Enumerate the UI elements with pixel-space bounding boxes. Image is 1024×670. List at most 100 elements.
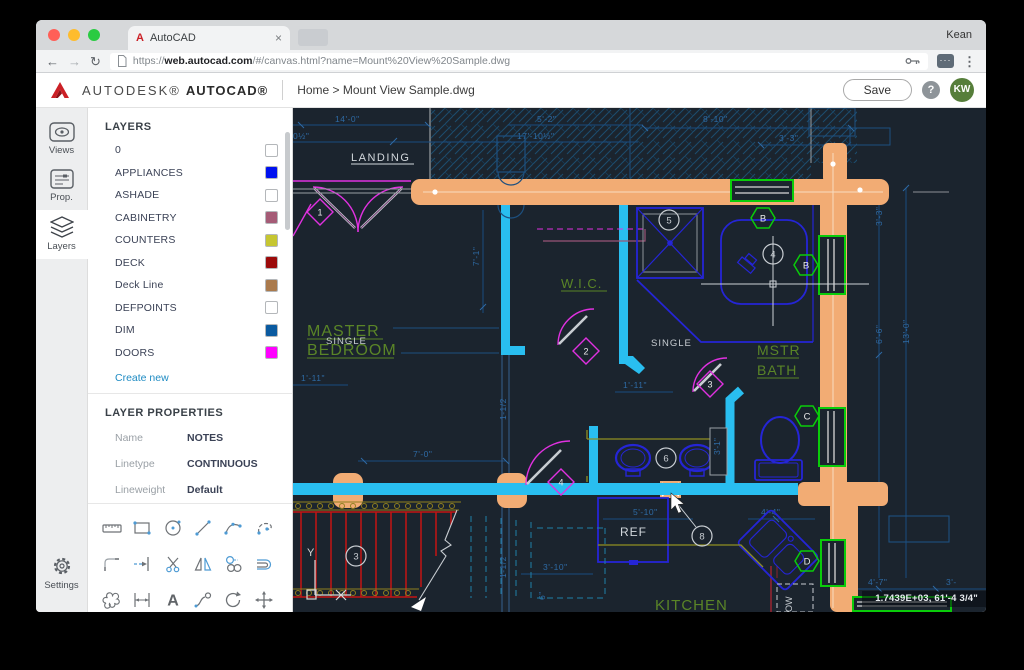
sidebar-item-layers[interactable]: Layers bbox=[36, 210, 88, 259]
sidebar-item-properties[interactable]: Prop. bbox=[36, 163, 88, 210]
layer-color-swatch[interactable] bbox=[265, 278, 278, 292]
forward-icon[interactable]: → bbox=[68, 55, 81, 68]
layer-color-swatch[interactable] bbox=[265, 256, 278, 270]
tool-dimension-icon[interactable] bbox=[130, 588, 154, 612]
layer-color-swatch[interactable] bbox=[265, 301, 278, 315]
kitchen-label: KITCHEN bbox=[655, 597, 728, 612]
svg-text:6'-6": 6'-6" bbox=[874, 325, 884, 344]
drawing-canvas[interactable]: 14'-0" 0½" 5'-2" 17'-10½" 8'-10" 3'-3" 3… bbox=[293, 108, 986, 612]
save-button[interactable]: Save bbox=[842, 79, 912, 101]
stairs-break-line bbox=[411, 509, 458, 611]
layer-row[interactable]: ASHADE bbox=[88, 184, 292, 207]
address-bar[interactable]: https://web.autocad.com/#/canvas.html?na… bbox=[109, 52, 928, 70]
svg-text:1: 1 bbox=[317, 208, 322, 218]
layer-row[interactable]: DIM bbox=[88, 319, 292, 342]
mstr-label: MSTR bbox=[757, 342, 801, 358]
svg-text:5'-2": 5'-2" bbox=[537, 114, 556, 124]
browser-menu-icon[interactable]: ⋮ bbox=[963, 55, 976, 68]
deck-hatch bbox=[429, 108, 891, 179]
tool-rectangle-icon[interactable] bbox=[130, 516, 154, 540]
stairs-hidden-continuation bbox=[470, 516, 606, 599]
layer-row[interactable]: DOORS bbox=[88, 342, 292, 365]
bath-label: BATH bbox=[757, 362, 797, 378]
avatar[interactable]: KW bbox=[950, 78, 974, 102]
window-rotated-label: OW bbox=[784, 596, 794, 612]
tool-move-icon[interactable] bbox=[252, 588, 276, 612]
tool-mirror-icon[interactable] bbox=[191, 552, 215, 576]
minimize-window-button[interactable] bbox=[68, 29, 80, 41]
reload-icon[interactable]: ↻ bbox=[90, 55, 101, 68]
svg-text:14'-0": 14'-0" bbox=[335, 114, 360, 124]
landing-label: LANDING bbox=[351, 152, 410, 164]
svg-text:3: 3 bbox=[353, 552, 358, 563]
key-icon[interactable] bbox=[905, 56, 921, 66]
svg-text:8: 8 bbox=[699, 532, 704, 543]
zoom-window-button[interactable] bbox=[88, 29, 100, 41]
create-new-layer-link[interactable]: Create new bbox=[88, 364, 292, 393]
brand: AUTODESK® AUTOCAD® bbox=[82, 83, 268, 98]
close-window-button[interactable] bbox=[48, 29, 60, 41]
panel-scrollbar[interactable] bbox=[285, 132, 290, 230]
tool-leader-icon[interactable] bbox=[191, 588, 215, 612]
svg-text:7'-1": 7'-1" bbox=[471, 247, 481, 266]
tool-revision-cloud-icon[interactable] bbox=[100, 588, 124, 612]
layer-color-swatch[interactable] bbox=[265, 323, 278, 337]
tool-text-icon[interactable]: A bbox=[161, 588, 185, 612]
exterior-walls bbox=[333, 143, 889, 612]
app-header: AUTODESK® AUTOCAD® Home > Mount View Sam… bbox=[36, 73, 986, 108]
single-label-left: SINGLE bbox=[326, 336, 367, 347]
help-button[interactable]: ? bbox=[922, 81, 940, 99]
layer-color-swatch[interactable] bbox=[265, 166, 278, 180]
svg-text:3'-: 3'- bbox=[946, 577, 957, 587]
back-icon[interactable]: ← bbox=[46, 55, 59, 68]
layer-row[interactable]: DECK bbox=[88, 252, 292, 275]
tool-copy-icon[interactable] bbox=[221, 552, 245, 576]
svg-text:4: 4 bbox=[558, 478, 563, 488]
layer-color-swatch[interactable] bbox=[265, 188, 278, 202]
tool-offset-icon[interactable] bbox=[252, 552, 276, 576]
sidebar-item-settings[interactable]: Settings bbox=[36, 549, 88, 598]
single-label-right: SINGLE bbox=[651, 338, 692, 349]
screen: A AutoCAD × Kean ← → ↻ https://web.autoc… bbox=[0, 0, 1024, 670]
brand-autocad: AUTOCAD® bbox=[185, 82, 269, 98]
layer-row[interactable]: APPLIANCES bbox=[88, 162, 292, 185]
tool-polyline-icon[interactable] bbox=[252, 516, 276, 540]
tool-measure-icon[interactable] bbox=[100, 516, 124, 540]
layers-icon bbox=[49, 216, 74, 238]
browser-profile-name[interactable]: Kean bbox=[946, 29, 972, 41]
layer-row[interactable]: COUNTERS bbox=[88, 229, 292, 252]
svg-text:4'-7": 4'-7" bbox=[868, 577, 887, 587]
property-row: Lineweight Default bbox=[115, 484, 223, 496]
layer-row[interactable]: DEFPOINTS bbox=[88, 297, 292, 320]
layer-row[interactable]: Deck Line bbox=[88, 274, 292, 297]
new-tab-button[interactable] bbox=[298, 29, 328, 46]
layer-color-swatch[interactable] bbox=[265, 211, 278, 225]
browser-tab[interactable]: A AutoCAD × bbox=[128, 26, 290, 50]
tool-extend-icon[interactable] bbox=[130, 552, 154, 576]
stairs bbox=[293, 511, 457, 598]
layers-panel-title: LAYERS bbox=[105, 121, 152, 133]
tool-rotate-icon[interactable] bbox=[221, 588, 245, 612]
tool-fillet-icon[interactable] bbox=[100, 552, 124, 576]
breadcrumb[interactable]: Home > Mount View Sample.dwg bbox=[297, 83, 475, 97]
left-rail: Views Prop. Layers Settings bbox=[36, 108, 88, 612]
layer-color-swatch[interactable] bbox=[265, 346, 278, 360]
tool-arc-icon[interactable] bbox=[221, 516, 245, 540]
layer-row[interactable]: 0 bbox=[88, 139, 292, 162]
layer-color-swatch[interactable] bbox=[265, 143, 278, 157]
svg-text:A: A bbox=[167, 593, 179, 610]
sidebar-item-views[interactable]: Views bbox=[36, 116, 88, 163]
tool-line-icon[interactable] bbox=[191, 516, 215, 540]
tool-circle-icon[interactable] bbox=[161, 516, 185, 540]
svg-text:4: 4 bbox=[770, 250, 775, 261]
brand-autodesk: AUTODESK® bbox=[82, 82, 181, 98]
door-panel-cores bbox=[313, 187, 403, 229]
tool-trim-icon[interactable] bbox=[161, 552, 185, 576]
layer-row[interactable]: CABINETRY bbox=[88, 207, 292, 230]
svg-text:13'-0": 13'-0" bbox=[901, 319, 911, 344]
extension-icon[interactable]: ··· bbox=[937, 54, 954, 68]
url-text: https://web.autocad.com/#/canvas.html?na… bbox=[132, 55, 511, 67]
browser-tab-bar: A AutoCAD × Kean bbox=[36, 20, 986, 50]
layer-color-swatch[interactable] bbox=[265, 233, 278, 247]
close-tab-icon[interactable]: × bbox=[275, 31, 282, 45]
